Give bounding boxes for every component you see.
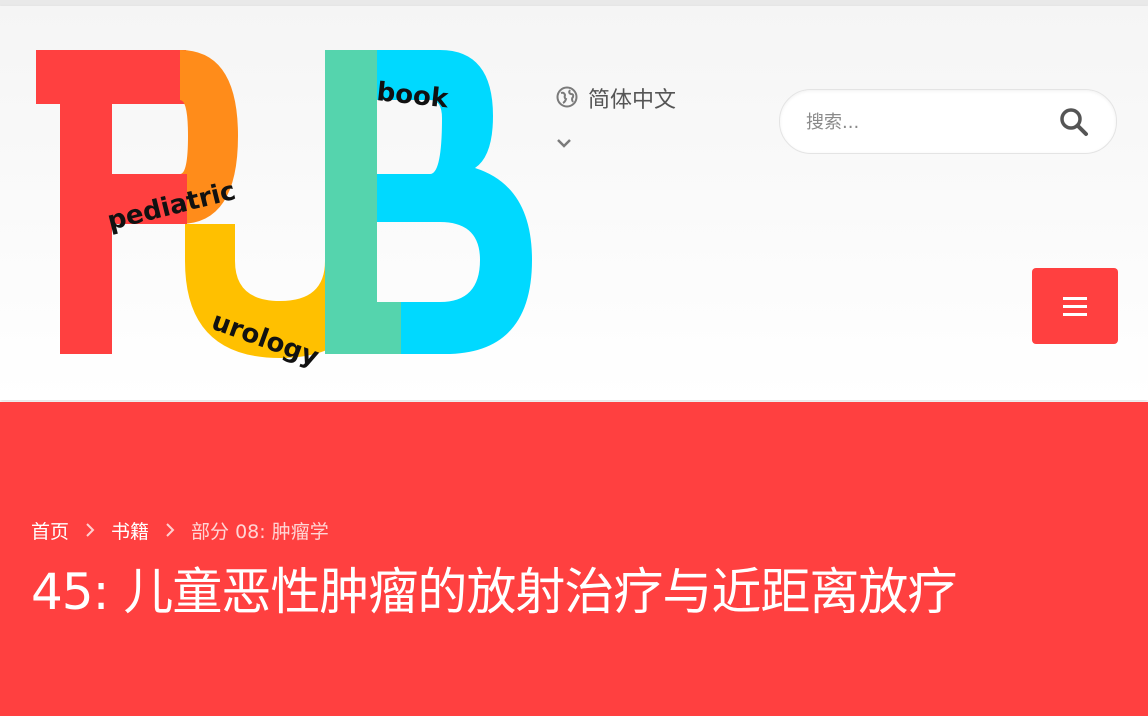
breadcrumb-home-link[interactable]: 首页 bbox=[31, 517, 69, 544]
search-input[interactable] bbox=[804, 102, 1048, 142]
search-box bbox=[779, 89, 1117, 154]
chevron-right-icon bbox=[166, 523, 175, 537]
breadcrumb-current: 部分 08: 肿瘤学 bbox=[191, 520, 329, 543]
logo-word-book: book bbox=[375, 77, 450, 114]
page-hero: 首页 书籍 部分 08: 肿瘤学 45: 儿童恶性肿瘤的放射治疗与近距离放疗 bbox=[0, 402, 1148, 716]
chevron-down-icon[interactable] bbox=[556, 138, 572, 148]
language-label: 简体中文 bbox=[588, 88, 677, 113]
menu-toggle-button[interactable] bbox=[1032, 268, 1118, 344]
site-header: pediatric urology book 简体中文 bbox=[0, 6, 1148, 400]
hamburger-icon bbox=[1063, 297, 1087, 316]
breadcrumb-books-link[interactable]: 书籍 bbox=[111, 517, 149, 544]
breadcrumb: 首页 书籍 部分 08: 肿瘤学 bbox=[31, 516, 329, 544]
language-switcher[interactable]: 简体中文 bbox=[556, 82, 736, 162]
pub-logo: pediatric urology book bbox=[36, 50, 532, 373]
chevron-right-icon bbox=[86, 523, 95, 537]
search-icon[interactable] bbox=[1058, 106, 1090, 138]
page-title: 45: 儿童恶性肿瘤的放射治疗与近距离放疗 bbox=[31, 563, 957, 621]
globe-icon bbox=[556, 86, 578, 108]
